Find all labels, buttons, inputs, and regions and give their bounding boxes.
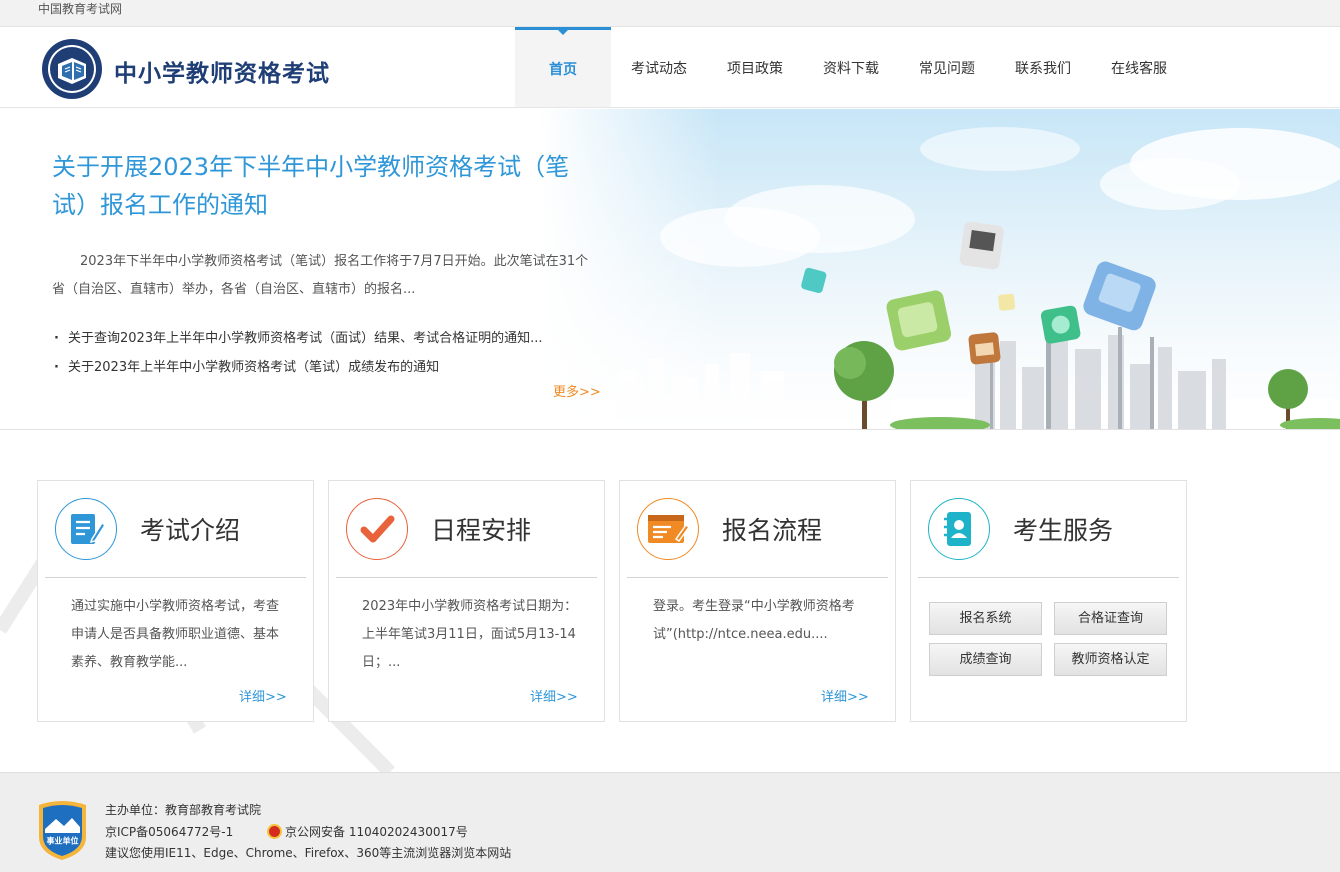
score-query-button[interactable]: 成绩查询	[929, 643, 1042, 676]
form-edit-icon	[637, 498, 699, 560]
police-emblem-icon	[267, 823, 283, 839]
logo-emblem-icon[interactable]	[41, 38, 103, 100]
site-name-link[interactable]: 中国教育考试网	[38, 2, 122, 16]
card-detail-link[interactable]: 详细>>	[821, 686, 869, 705]
nav-downloads[interactable]: 资料下载	[803, 27, 899, 107]
news-item-link[interactable]: 关于查询2023年上半年中小学教师资格考试（面试）结果、考试合格证明的通知...	[52, 324, 597, 353]
site-title[interactable]: 中小学教师资格考试	[114, 54, 330, 88]
card-detail-link[interactable]: 详细>>	[530, 686, 578, 705]
document-pen-icon	[55, 498, 117, 560]
card-exam-intro: 考试介绍 通过实施中小学教师资格考试，考查申请人是否具备教师职业道德、基本素养、…	[37, 480, 314, 722]
service-section: 考试介绍 通过实施中小学教师资格考试，考查申请人是否具备教师职业道德、基本素养、…	[0, 430, 1340, 772]
card-title[interactable]: 考试介绍	[140, 511, 240, 547]
divider	[336, 577, 597, 578]
nav-faq[interactable]: 常见问题	[899, 27, 995, 107]
card-title[interactable]: 报名流程	[722, 511, 822, 547]
address-book-icon	[928, 498, 990, 560]
checkmark-icon	[346, 498, 408, 560]
police-record-link[interactable]: 京公网安备 11040202430017号	[267, 822, 468, 844]
nav-exam-news[interactable]: 考试动态	[611, 27, 707, 107]
card-detail-link[interactable]: 详细>>	[239, 686, 287, 705]
top-bar: 中国教育考试网	[0, 0, 1340, 27]
card-registration-process: 报名流程 登录。考生登录“中小学教师资格考试”(http://ntce.neea…	[619, 480, 896, 722]
main-nav: 首页 考试动态 项目政策 资料下载 常见问题 联系我们 在线客服	[515, 27, 1187, 107]
nav-policy[interactable]: 项目政策	[707, 27, 803, 107]
card-body: 2023年中小学教师资格考试日期为：上半年笔试3月11日，面试5月13-14日；…	[362, 599, 578, 670]
footer-browser-tip: 建议您使用IE11、Edge、Chrome、Firefox、360等主流浏览器浏…	[105, 846, 512, 860]
icp-link[interactable]: 京ICP备05064772号-1	[105, 825, 233, 839]
footer-info: 主办单位：教育部教育考试院 京ICP备05064772号-1 京公网安备 110…	[105, 800, 511, 865]
public-institution-badge-icon[interactable]: 事业单位	[36, 799, 89, 861]
police-record-text: 京公网安备 11040202430017号	[285, 824, 468, 839]
divider	[627, 577, 888, 578]
hero-headline-link[interactable]: 关于开展2023年下半年中小学教师资格考试（笔试）报名工作的通知	[52, 148, 597, 224]
nav-online-service[interactable]: 在线客服	[1091, 27, 1187, 107]
certificate-query-button[interactable]: 合格证查询	[1054, 602, 1167, 635]
news-item-link[interactable]: 关于2023年上半年中小学教师资格考试（笔试）成绩发布的通知	[52, 353, 597, 382]
divider	[918, 577, 1179, 578]
divider	[45, 577, 306, 578]
card-body: 通过实施中小学教师资格考试，考查申请人是否具备教师职业道德、基本素养、教育教学能…	[71, 599, 280, 670]
registration-system-button[interactable]: 报名系统	[929, 602, 1042, 635]
card-title[interactable]: 日程安排	[431, 511, 531, 547]
hero-more-link[interactable]: 更多>>	[553, 381, 601, 400]
card-title[interactable]: 考生服务	[1013, 511, 1113, 547]
hero-news-list: 关于查询2023年上半年中小学教师资格考试（面试）结果、考试合格证明的通知...…	[52, 324, 597, 382]
svg-text:事业单位: 事业单位	[47, 836, 79, 846]
nav-contact[interactable]: 联系我们	[995, 27, 1091, 107]
hero-summary: 2023年下半年中小学教师资格考试（笔试）报名工作将于7月7日开始。此次笔试在3…	[52, 254, 589, 297]
nav-home[interactable]: 首页	[515, 27, 611, 107]
teacher-certification-button[interactable]: 教师资格认定	[1054, 643, 1167, 676]
card-candidate-services: 考生服务 报名系统 合格证查询 成绩查询 教师资格认定	[910, 480, 1187, 722]
card-body: 登录。考生登录“中小学教师资格考试”(http://ntce.neea.edu.…	[653, 599, 855, 642]
card-schedule: 日程安排 2023年中小学教师资格考试日期为：上半年笔试3月11日，面试5月13…	[328, 480, 605, 722]
hero-text-block: 关于开展2023年下半年中小学教师资格考试（笔试）报名工作的通知 2023年下半…	[52, 148, 597, 382]
header: 中小学教师资格考试 首页 考试动态 项目政策 资料下载 常见问题 联系我们 在线…	[0, 27, 1340, 108]
footer: 事业单位 主办单位：教育部教育考试院 京ICP备05064772号-1 京公网安…	[0, 772, 1340, 872]
footer-sponsor: 主办单位：教育部教育考试院	[105, 803, 262, 817]
footer-records: 京ICP备05064772号-1 京公网安备 11040202430017号	[105, 822, 511, 844]
hero-banner: 关于开展2023年下半年中小学教师资格考试（笔试）报名工作的通知 2023年下半…	[0, 109, 1340, 430]
